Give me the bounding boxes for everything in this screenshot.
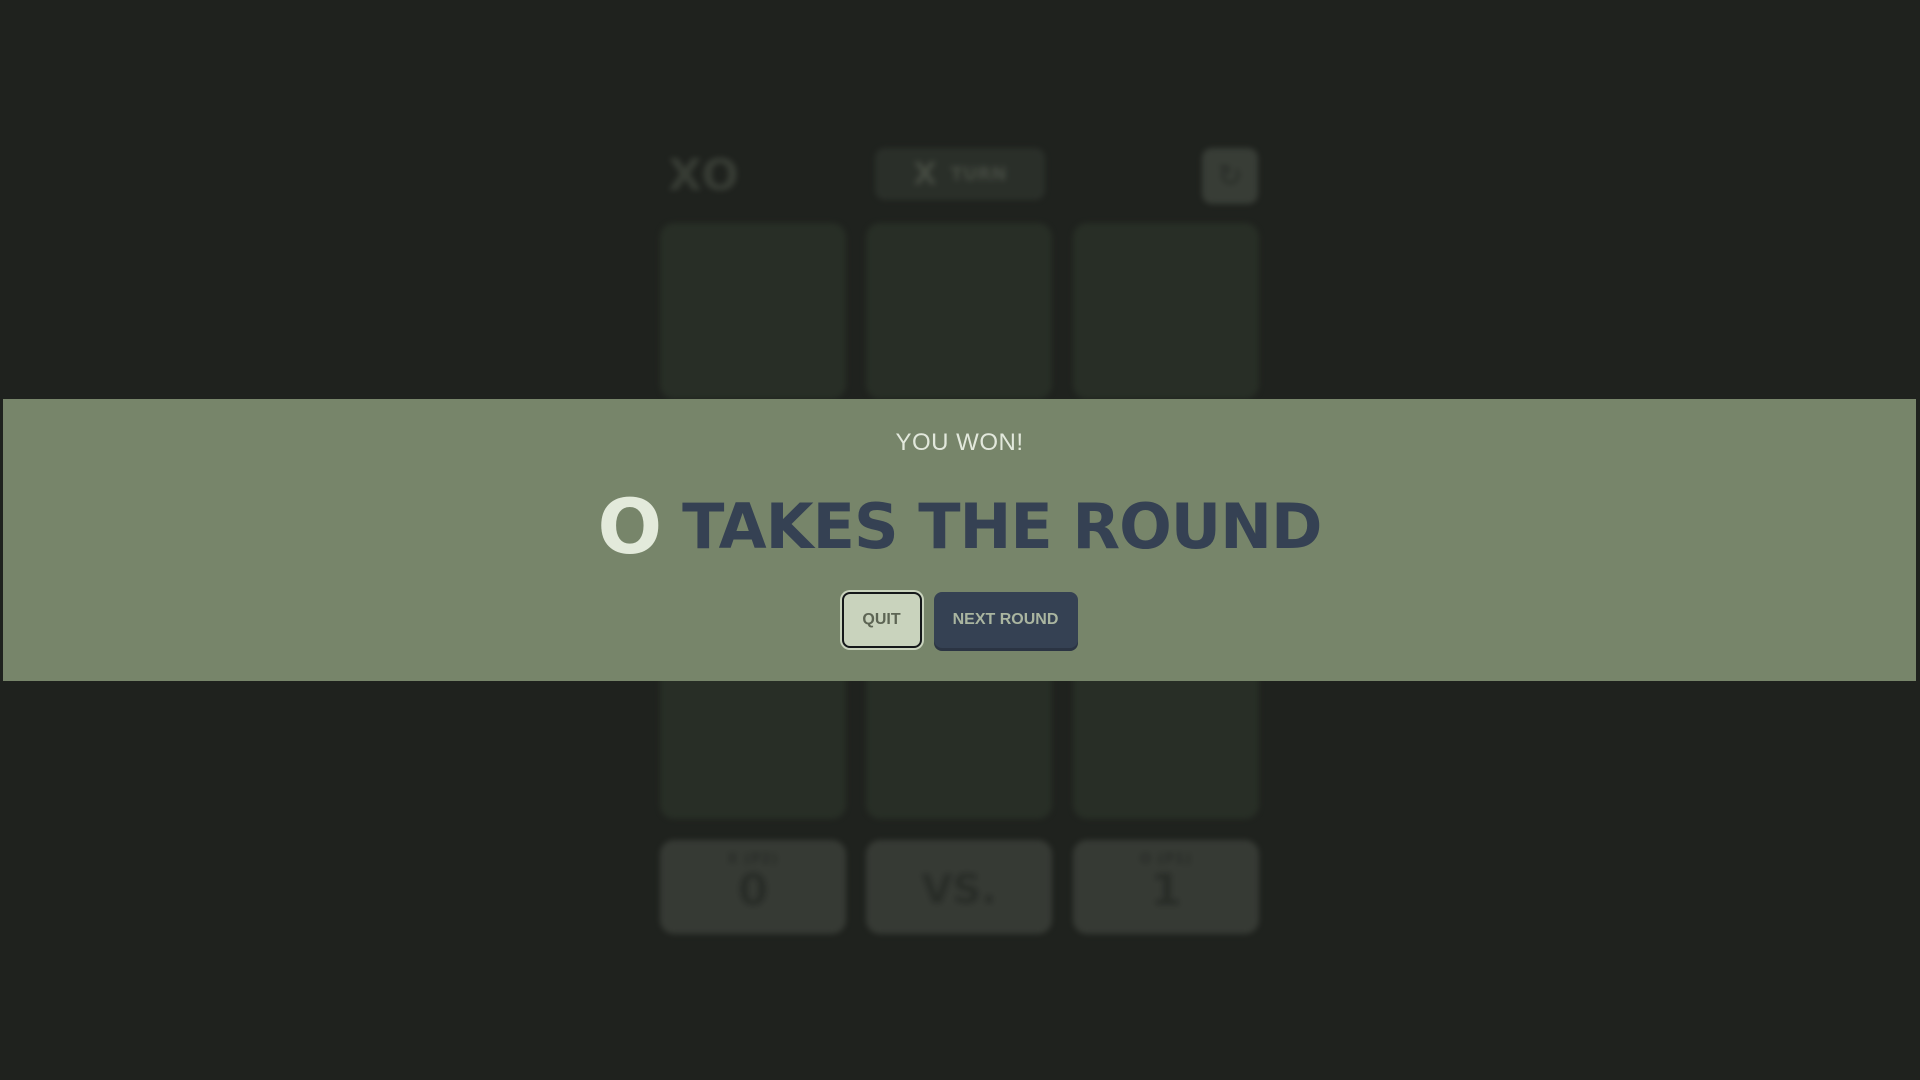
score-card-o: O (P1) 1 — [1073, 840, 1259, 934]
game-screen: XO X TURN ↻ X (P2) 0 VS. O (P1) 1 YOU WO… — [0, 0, 1920, 1080]
result-status: YOU WON! — [895, 429, 1024, 456]
board-cell-1[interactable] — [660, 223, 846, 399]
turn-indicator: X TURN — [875, 148, 1045, 200]
board-cell-2[interactable] — [866, 223, 1052, 399]
restart-icon: ↻ — [1217, 158, 1243, 194]
restart-button[interactable]: ↻ — [1202, 148, 1258, 204]
score-value: 0 — [737, 865, 769, 916]
winner-mark: O — [597, 482, 663, 571]
score-value: 1 — [1150, 865, 1182, 916]
round-headline: O TAKES THE ROUND — [3, 487, 1916, 567]
turn-mark: X — [913, 156, 937, 192]
turn-label: TURN — [950, 163, 1007, 185]
banner-actions: QUIT NEXT ROUND — [3, 592, 1916, 648]
score-card-vs: VS. — [866, 840, 1052, 934]
vs-label: VS. — [921, 867, 997, 913]
next-round-button[interactable]: NEXT ROUND — [933, 592, 1078, 648]
round-result-banner: YOU WON! O TAKES THE ROUND QUIT NEXT ROU… — [3, 399, 1916, 681]
quit-button[interactable]: QUIT — [841, 592, 922, 648]
headline-text: TAKES THE ROUND — [682, 490, 1322, 563]
game-logo: XO — [668, 150, 740, 201]
score-card-x: X (P2) 0 — [660, 840, 846, 934]
board-cell-3[interactable] — [1073, 223, 1259, 399]
